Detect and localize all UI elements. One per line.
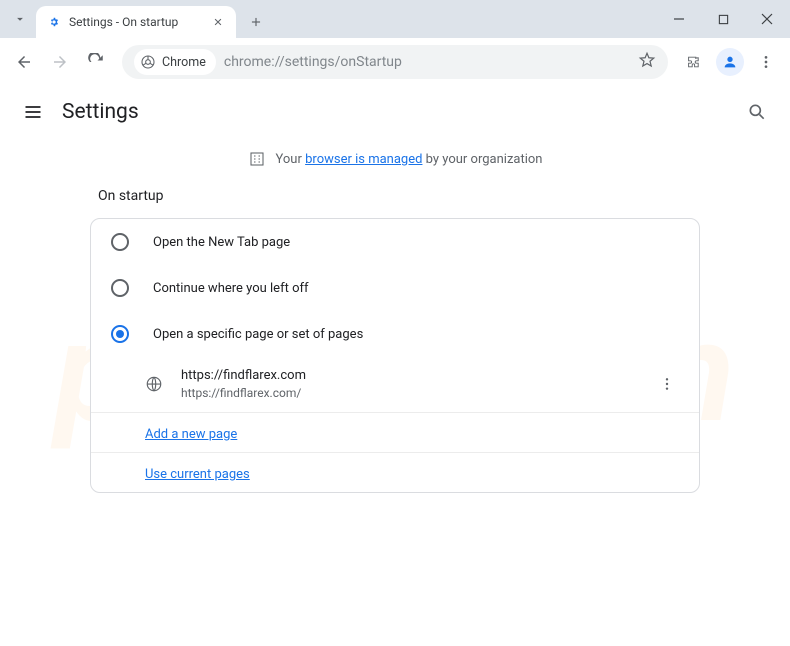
puzzle-icon (685, 53, 703, 71)
profile-button[interactable] (714, 46, 746, 78)
extensions-button[interactable] (678, 46, 710, 78)
plus-icon (249, 15, 263, 29)
section-heading: On startup (90, 182, 700, 218)
radio-label: Open the New Tab page (153, 235, 290, 250)
arrow-left-icon (15, 53, 33, 71)
managed-text: Your browser is managed by your organiza… (276, 152, 543, 167)
startup-page-text: https://findflarex.com https://findflare… (181, 367, 637, 402)
gear-icon (46, 14, 62, 30)
tab-strip: Settings - On startup (0, 0, 790, 38)
startup-card: Open the New Tab page Continue where you… (90, 218, 700, 493)
site-chip-label: Chrome (162, 55, 206, 70)
address-bar[interactable]: Chrome chrome://settings/onStartup (122, 45, 668, 79)
browser-toolbar: Chrome chrome://settings/onStartup (0, 38, 790, 86)
use-current-link[interactable]: Use current pages (145, 467, 250, 482)
star-icon (638, 51, 656, 69)
radio-button[interactable] (111, 233, 129, 251)
person-icon (722, 54, 738, 70)
menu-button[interactable] (750, 46, 782, 78)
tab-title: Settings - On startup (69, 15, 203, 29)
bookmark-button[interactable] (638, 51, 656, 73)
startup-page-entry: https://findflarex.com https://findflare… (91, 357, 699, 412)
forward-button[interactable] (44, 46, 76, 78)
close-icon (213, 17, 223, 27)
minimize-icon (673, 13, 685, 25)
radio-option-newtab[interactable]: Open the New Tab page (91, 219, 699, 265)
hamburger-icon (23, 102, 43, 122)
radio-label: Continue where you left off (153, 281, 309, 296)
browser-tab[interactable]: Settings - On startup (36, 6, 236, 38)
page-title: Settings (62, 100, 139, 124)
radio-button[interactable] (111, 325, 129, 343)
chevron-down-icon (13, 12, 27, 26)
kebab-icon (659, 376, 675, 392)
managed-link[interactable]: browser is managed (305, 152, 422, 167)
radio-label: Open a specific page or set of pages (153, 327, 363, 342)
managed-banner: Your browser is managed by your organiza… (0, 138, 790, 182)
tab-search-dropdown[interactable] (8, 7, 32, 31)
radio-button[interactable] (111, 279, 129, 297)
tab-close-button[interactable] (210, 14, 226, 30)
close-window-button[interactable] (752, 4, 782, 34)
startup-page-title: https://findflarex.com (181, 367, 637, 385)
kebab-icon (758, 54, 774, 70)
settings-content: On startup Open the New Tab page Continu… (0, 182, 790, 493)
reload-icon (87, 53, 105, 71)
radio-option-continue[interactable]: Continue where you left off (91, 265, 699, 311)
startup-page-url: https://findflarex.com/ (181, 385, 637, 402)
search-icon (747, 102, 767, 122)
avatar (716, 48, 744, 76)
maximize-icon (718, 14, 729, 25)
chrome-logo-icon (140, 54, 156, 70)
globe-icon (145, 375, 163, 393)
minimize-button[interactable] (664, 4, 694, 34)
settings-search-button[interactable] (746, 101, 768, 123)
settings-header: Settings (0, 86, 790, 138)
close-icon (761, 13, 773, 25)
back-button[interactable] (8, 46, 40, 78)
settings-menu-button[interactable] (22, 101, 44, 123)
reload-button[interactable] (80, 46, 112, 78)
new-tab-button[interactable] (242, 8, 270, 36)
url-text: chrome://settings/onStartup (224, 54, 630, 70)
add-page-link[interactable]: Add a new page (145, 427, 237, 442)
entry-menu-button[interactable] (655, 372, 679, 396)
use-current-row: Use current pages (91, 452, 699, 492)
maximize-button[interactable] (708, 4, 738, 34)
site-chip[interactable]: Chrome (134, 49, 216, 75)
arrow-right-icon (51, 53, 69, 71)
building-icon (248, 150, 266, 168)
window-controls (664, 0, 782, 38)
radio-option-specific[interactable]: Open a specific page or set of pages (91, 311, 699, 357)
add-page-row: Add a new page (91, 412, 699, 452)
